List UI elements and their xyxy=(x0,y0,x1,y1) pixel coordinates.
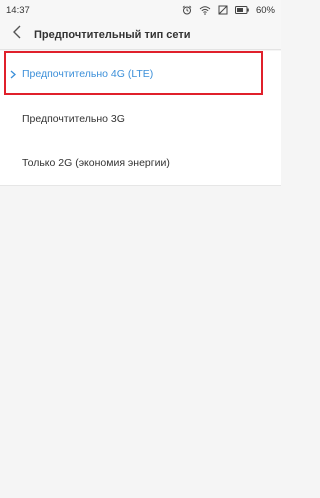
back-button[interactable] xyxy=(2,20,32,50)
battery-percent: 60% xyxy=(255,4,275,16)
wifi-icon xyxy=(199,5,211,15)
option-4g-lte[interactable]: Предпочтительно 4G (LTE) xyxy=(0,51,281,97)
option-label: Предпочтительно 3G xyxy=(22,113,125,125)
battery-icon xyxy=(234,6,249,14)
option-3g[interactable]: Предпочтительно 3G xyxy=(0,97,281,141)
option-label: Предпочтительно 4G (LTE) xyxy=(22,68,154,80)
selected-chevron-icon xyxy=(8,69,18,79)
mute-icon xyxy=(218,5,228,15)
alarm-icon xyxy=(182,5,192,15)
option-2g-only[interactable]: Только 2G (экономия энергии) xyxy=(0,141,281,185)
option-label: Только 2G (экономия энергии) xyxy=(22,157,170,169)
status-bar: 14:37 60% xyxy=(0,0,281,20)
page-title: Предпочтительный тип сети xyxy=(34,28,191,41)
status-time: 14:37 xyxy=(6,4,30,16)
chevron-left-icon xyxy=(12,25,22,44)
network-type-list: Предпочтительно 4G (LTE) Предпочтительно… xyxy=(0,51,281,186)
title-bar: Предпочтительный тип сети xyxy=(0,20,281,50)
